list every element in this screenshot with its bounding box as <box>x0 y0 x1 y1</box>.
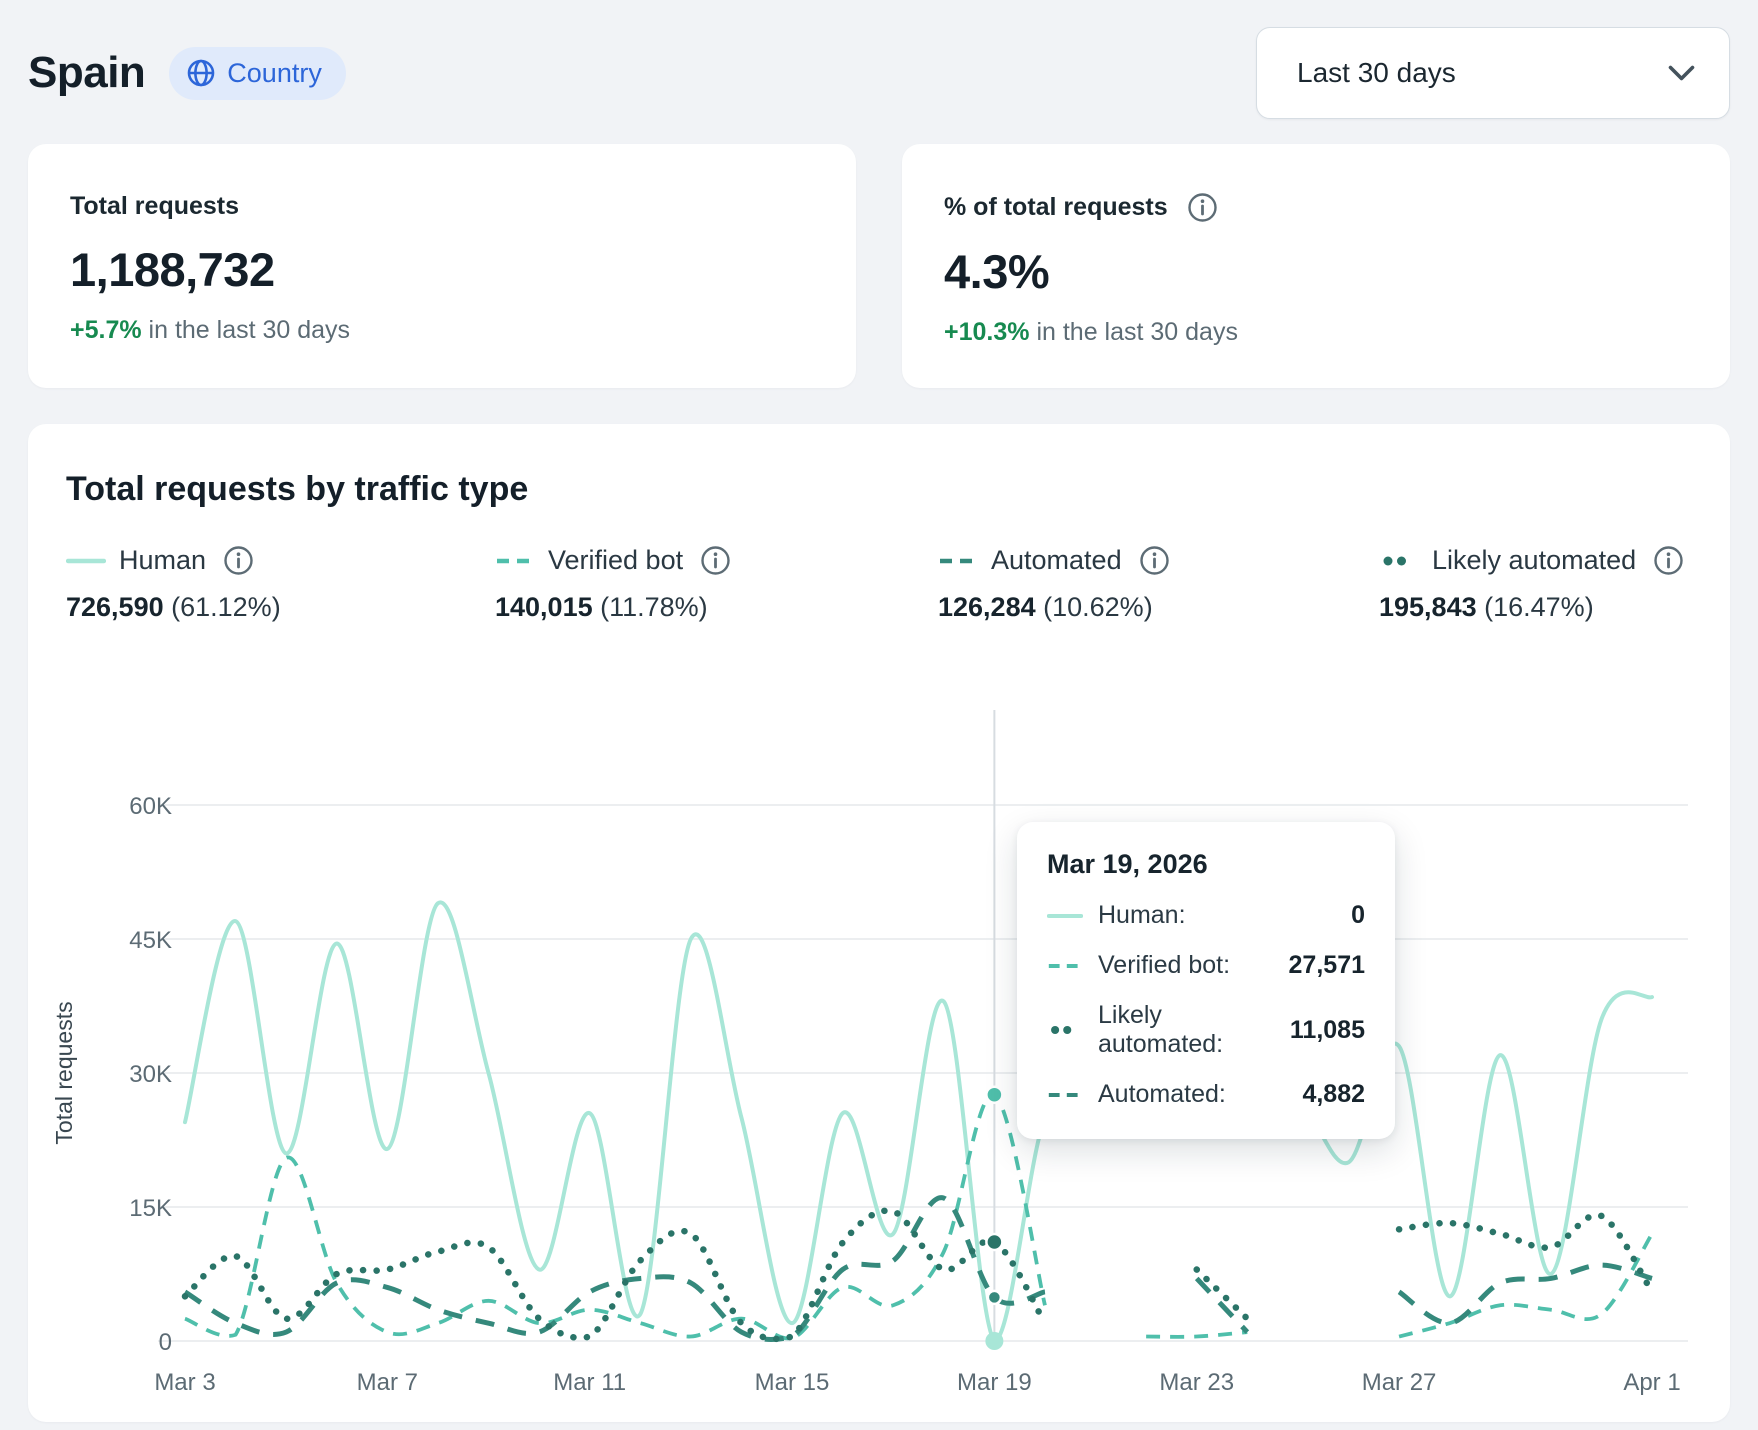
legend-label: Human <box>119 545 206 576</box>
legend-item-human[interactable]: Human 726,590 (61.12%) <box>66 545 495 623</box>
stat-title: % of total requests <box>944 193 1168 222</box>
legend-label: Automated <box>991 545 1122 576</box>
svg-text:Mar 19: Mar 19 <box>957 1369 1032 1396</box>
delta-suffix: in the last 30 days <box>142 316 350 344</box>
info-icon[interactable] <box>1139 545 1170 576</box>
date-range-selector[interactable]: Last 30 days <box>1256 27 1730 119</box>
legend-value: 726,590 (61.12%) <box>66 592 495 623</box>
traffic-type-chart-card: Total requests by traffic type Human 726… <box>28 424 1730 1422</box>
delta-suffix: in the last 30 days <box>1030 318 1238 346</box>
svg-text:0: 0 <box>159 1329 172 1356</box>
info-icon <box>700 545 731 576</box>
page-title: Spain <box>28 48 145 98</box>
tooltip-label: Automated: <box>1098 1080 1226 1109</box>
svg-text:30K: 30K <box>129 1061 172 1088</box>
legend-item-automated[interactable]: Automated 126,284 (10.62%) <box>938 545 1379 623</box>
country-analytics-page: Spain Country Last 30 days Total request… <box>0 0 1758 1430</box>
chevron-down-icon <box>1668 65 1695 82</box>
info-icon[interactable] <box>1653 545 1684 576</box>
info-icon <box>223 545 254 576</box>
svg-text:15K: 15K <box>129 1195 172 1222</box>
tooltip-date: Mar 19, 2026 <box>1047 849 1365 880</box>
title-group: Spain Country <box>28 47 346 100</box>
svg-text:Mar 23: Mar 23 <box>1159 1369 1234 1396</box>
verified-bot-line-glyph <box>495 555 535 567</box>
svg-text:Mar 27: Mar 27 <box>1362 1369 1437 1396</box>
verified-bot-line-glyph <box>1047 960 1083 972</box>
chart-tooltip: Mar 19, 2026 Human: 0 Verified bot: 27,5… <box>1017 822 1395 1139</box>
legend-item-likely-automated[interactable]: Likely automated 195,843 (16.47%) <box>1379 545 1684 623</box>
human-line-glyph <box>66 555 106 567</box>
svg-text:Mar 3: Mar 3 <box>154 1369 215 1396</box>
info-icon[interactable] <box>700 545 731 576</box>
info-icon <box>1653 545 1684 576</box>
human-line-glyph <box>1047 910 1083 922</box>
stat-value: 1,188,732 <box>70 242 814 297</box>
svg-text:Mar 11: Mar 11 <box>553 1369 626 1396</box>
info-icon[interactable] <box>223 545 254 576</box>
percent-total-requests-card: % of total requests 4.3% +10.3% in the l… <box>902 144 1730 388</box>
tooltip-label: Human: <box>1098 901 1186 930</box>
automated-line-glyph <box>1047 1089 1083 1101</box>
svg-text:Mar 15: Mar 15 <box>755 1369 830 1396</box>
tooltip-label: Likely automated: <box>1098 1001 1275 1059</box>
likely-automated-line-glyph <box>1379 555 1419 567</box>
tooltip-value: 0 <box>1351 901 1365 930</box>
tooltip-row-human: Human: 0 <box>1047 901 1365 930</box>
legend-label: Likely automated <box>1432 545 1636 576</box>
legend-item-verified-bot[interactable]: Verified bot 140,015 (11.78%) <box>495 545 938 623</box>
automated-line-glyph <box>938 555 978 567</box>
delta-percent: +10.3% <box>944 318 1030 346</box>
svg-text:60K: 60K <box>129 793 172 820</box>
likely-automated-line-glyph <box>1047 1024 1083 1036</box>
svg-text:45K: 45K <box>129 927 172 954</box>
info-icon <box>1187 192 1218 223</box>
stat-title: Total requests <box>70 192 239 221</box>
globe-icon <box>186 58 216 88</box>
tooltip-value: 27,571 <box>1289 951 1365 980</box>
chart-legend: Human 726,590 (61.12%) Verified bot <box>28 545 1730 623</box>
stat-delta: +10.3% in the last 30 days <box>944 318 1688 347</box>
tooltip-value: 4,882 <box>1302 1080 1365 1109</box>
total-requests-card: Total requests 1,188,732 +5.7% in the la… <box>28 144 856 388</box>
legend-label: Verified bot <box>548 545 683 576</box>
country-badge: Country <box>169 47 346 100</box>
legend-value: 195,843 (16.47%) <box>1379 592 1684 623</box>
legend-value: 126,284 (10.62%) <box>938 592 1379 623</box>
tooltip-label: Verified bot: <box>1098 951 1230 980</box>
delta-percent: +5.7% <box>70 316 142 344</box>
stats-row: Total requests 1,188,732 +5.7% in the la… <box>28 144 1730 388</box>
svg-text:Apr 1: Apr 1 <box>1623 1369 1680 1396</box>
svg-text:Mar 7: Mar 7 <box>357 1369 418 1396</box>
date-range-value: Last 30 days <box>1297 57 1456 89</box>
info-icon[interactable] <box>1187 192 1218 223</box>
tooltip-row-automated: Automated: 4,882 <box>1047 1080 1365 1109</box>
stat-value: 4.3% <box>944 244 1688 299</box>
tooltip-value: 11,085 <box>1290 1016 1365 1045</box>
tooltip-row-verified-bot: Verified bot: 27,571 <box>1047 951 1365 980</box>
legend-value: 140,015 (11.78%) <box>495 592 938 623</box>
country-badge-label: Country <box>227 58 322 89</box>
svg-text:Total requests: Total requests <box>51 1001 77 1144</box>
tooltip-row-likely-automated: Likely automated: 11,085 <box>1047 1001 1365 1059</box>
info-icon <box>1139 545 1170 576</box>
stat-delta: +5.7% in the last 30 days <box>70 316 814 345</box>
topbar: Spain Country Last 30 days <box>28 26 1730 120</box>
